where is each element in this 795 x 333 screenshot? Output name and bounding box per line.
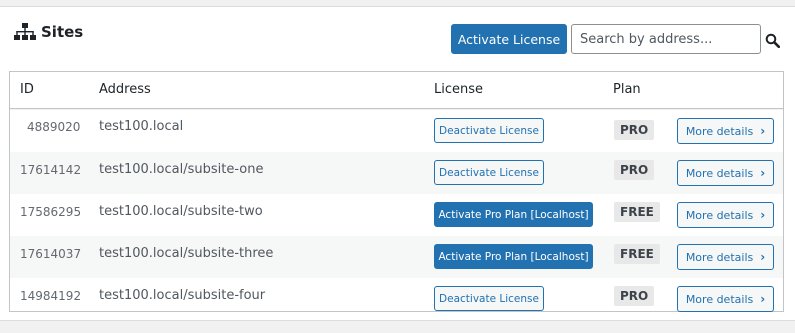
chevron-right-icon: › (760, 292, 766, 306)
site-address: test100.local/subsite-four (99, 288, 266, 303)
column-header-license: License (434, 82, 484, 97)
chevron-right-icon: › (760, 208, 766, 222)
site-address: test100.local/subsite-three (99, 246, 274, 261)
deactivate-license-button[interactable]: Deactivate License (434, 118, 544, 143)
chevron-right-icon: › (760, 250, 766, 264)
sites-panel: Sites Activate License ID Address Licens… (0, 6, 795, 321)
more-details-label: More details (685, 208, 754, 222)
more-details-button[interactable]: More details › (677, 244, 774, 270)
column-header-address: Address (99, 82, 151, 97)
plan-badge: PRO (614, 160, 655, 180)
search-input[interactable] (571, 24, 761, 54)
deactivate-license-button[interactable]: Deactivate License (434, 160, 544, 185)
table-row: 17614037 test100.local/subsite-three Act… (10, 236, 783, 278)
table-row: 17614142 test100.local/subsite-one Deact… (10, 152, 783, 194)
activate-pro-plan-button[interactable]: Activate Pro Plan [Localhost] (434, 244, 593, 269)
panel-header: Sites Activate License (0, 7, 795, 65)
chevron-right-icon: › (760, 124, 766, 138)
site-address: test100.local (99, 119, 184, 134)
site-id: 17586295 (20, 205, 82, 219)
deactivate-license-button[interactable]: Deactivate License (434, 286, 544, 311)
column-header-plan: Plan (613, 82, 641, 97)
table-row: 4889020 test100.local Deactivate License… (10, 110, 783, 152)
plan-badge: FREE (614, 244, 660, 264)
activate-license-button[interactable]: Activate License (451, 24, 567, 54)
more-details-label: More details (685, 166, 754, 180)
site-address: test100.local/subsite-one (99, 162, 264, 177)
activate-pro-plan-button[interactable]: Activate Pro Plan [Localhost] (434, 202, 593, 227)
plan-badge: PRO (614, 286, 655, 306)
page-title: Sites (41, 23, 84, 41)
search-icon[interactable] (765, 33, 780, 48)
sitemap-icon (14, 23, 36, 40)
site-id: 17614142 (20, 163, 82, 177)
more-details-button[interactable]: More details › (677, 160, 774, 186)
more-details-button[interactable]: More details › (677, 202, 774, 228)
table-row: 14984192 test100.local/subsite-four Deac… (10, 278, 783, 312)
plan-badge: PRO (614, 120, 655, 140)
site-id: 14984192 (20, 289, 82, 303)
more-details-button[interactable]: More details › (677, 286, 774, 312)
plan-badge: FREE (614, 202, 660, 222)
sites-table: ID Address License Plan 4889020 test100.… (9, 71, 784, 312)
more-details-label: More details (685, 250, 754, 264)
more-details-button[interactable]: More details › (677, 118, 774, 144)
site-id: 17614037 (20, 247, 82, 261)
more-details-label: More details (685, 124, 754, 138)
chevron-right-icon: › (760, 166, 766, 180)
table-row: 17586295 test100.local/subsite-two Activ… (10, 194, 783, 236)
table-header: ID Address License Plan (10, 72, 783, 109)
column-header-id: ID (20, 82, 34, 97)
site-id: 4889020 (27, 120, 81, 134)
more-details-label: More details (685, 292, 754, 306)
site-address: test100.local/subsite-two (99, 204, 263, 219)
